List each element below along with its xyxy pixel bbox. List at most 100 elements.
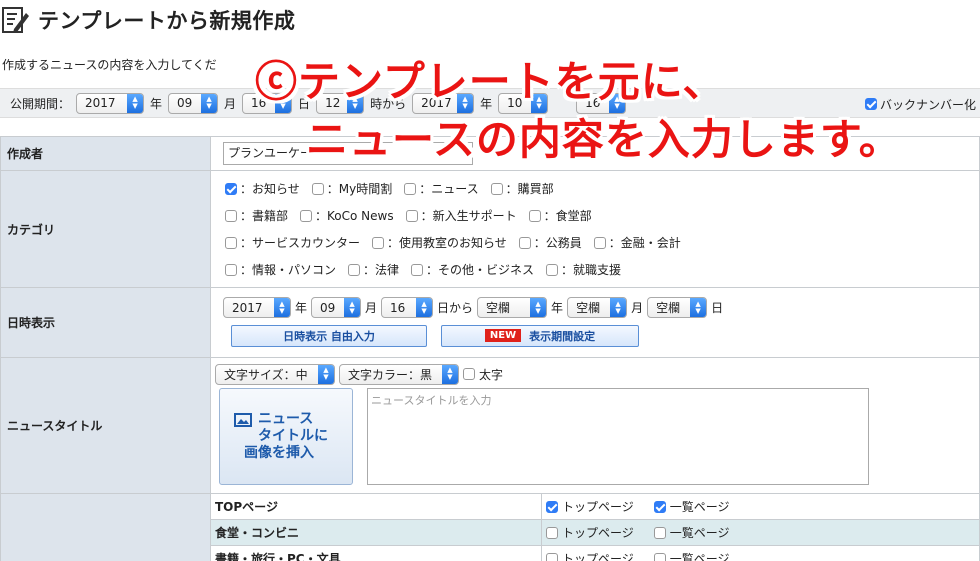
category-option[interactable]: ：食堂部 — [528, 207, 592, 224]
category-option[interactable]: ：購買部 — [490, 180, 554, 197]
category-option[interactable]: ：使用教室のお知らせ — [372, 234, 507, 251]
display-year-unit: 年 — [295, 301, 308, 315]
select-arrow-icon: ▲ ▼ — [127, 93, 144, 113]
category-option[interactable]: ：My時間割 — [311, 180, 392, 197]
blank-year-unit: 年 — [551, 301, 564, 315]
datetime-cell: 2017 ▲ ▼ 年 09 ▲ ▼ 月 16 ▲ ▼ 日から 空欄 ▲ ▼ 年 空欄 ▲ ▼ 月 空… — [210, 287, 980, 358]
font-color-value: 文字カラー：黒 — [348, 367, 433, 382]
bold-label: 太字 — [479, 367, 504, 382]
category-checkbox[interactable] — [411, 263, 424, 276]
category-checkbox[interactable] — [372, 236, 385, 249]
bold-checkbox[interactable] — [463, 368, 475, 380]
category-option[interactable]: ：就職支援 — [546, 261, 621, 278]
select-arrow-icon: ▲ ▼ — [274, 298, 290, 317]
category-option-label: ：就職支援 — [561, 263, 622, 277]
category-option-label: ：書籍部 — [240, 209, 289, 223]
category-option[interactable]: ：公務員 — [518, 234, 582, 251]
display-period-button[interactable]: NEW 表示期間設定 — [441, 324, 639, 347]
select-arrow-icon: ▲ ▼ — [344, 298, 361, 317]
category-option-label: ：食堂部 — [543, 209, 592, 223]
category-option[interactable]: ：新入生サポート — [405, 207, 517, 224]
category-checkbox[interactable] — [225, 209, 237, 222]
start-year-select[interactable]: 2017 ▲ ▼ — [76, 92, 145, 114]
category-option-label: ：情報・パソコン — [240, 263, 337, 277]
news-title-row: ニュースタイトル 文字サイズ：中 ▲ ▼ 文字カラー：黒 ▲ ▼ 太字 ニュース タイト… — [0, 357, 980, 494]
blank-year-select[interactable]: 空欄 ▲ ▼ — [477, 297, 548, 318]
list-page-checkbox[interactable] — [653, 552, 666, 561]
start-month-unit: 月 — [224, 96, 237, 111]
title-input-area: ニュース タイトルに 画像を挿入 ニュースタイトルを入力 — [215, 388, 979, 491]
category-option[interactable]: ：書籍部 — [225, 207, 288, 224]
display-period-label: 表示期間設定 — [529, 329, 596, 343]
publish-period-label: 公開期間： — [10, 96, 71, 111]
list-page-checkbox[interactable] — [653, 526, 666, 539]
category-checkbox[interactable] — [225, 236, 237, 249]
page-name: 食堂・コンビニ — [215, 526, 300, 540]
category-option[interactable]: ：お知らせ — [225, 180, 300, 197]
font-color-select[interactable]: 文字カラー：黒 ▲ ▼ — [339, 363, 459, 385]
category-option[interactable]: ：KoCo News — [300, 207, 394, 224]
category-option-label: ：新入生サポート — [420, 209, 517, 223]
category-option[interactable]: ：ニュース — [404, 180, 479, 197]
top-page-label: トップページ — [562, 500, 634, 514]
category-label: カテゴリ — [0, 170, 211, 288]
category-checkbox[interactable] — [225, 182, 237, 195]
news-form-table: 作成者 プランユーケー カテゴリ ：お知らせ ：My時間割 ：ニュース ：購買部 ：書籍… — [0, 136, 980, 561]
blank-day-select[interactable]: 空欄 ▲ ▼ — [647, 297, 708, 318]
datetime-row: 日時表示 2017 ▲ ▼ 年 09 ▲ ▼ 月 16 ▲ ▼ 日から 空欄 ▲ ▼ 年 空欄 ▲… — [0, 287, 980, 358]
start-year-unit: 年 — [150, 96, 163, 111]
category-option-label: ：公務員 — [533, 236, 582, 250]
top-page-checkbox[interactable] — [546, 500, 558, 513]
category-checkbox[interactable] — [300, 209, 313, 222]
top-page-label: トップページ — [562, 552, 634, 561]
category-checkbox[interactable] — [225, 263, 237, 276]
image-button-first-line: ニュース — [234, 411, 352, 428]
category-checkbox[interactable] — [311, 182, 324, 195]
category-option[interactable]: ：情報・パソコン — [225, 261, 336, 278]
category-option-label: ：使用教室のお知らせ — [387, 236, 507, 250]
category-option-label: ：サービスカウンター — [240, 236, 361, 250]
blank-day-unit: 日 — [711, 301, 724, 315]
list-page-checkbox[interactable] — [653, 500, 666, 513]
category-option[interactable]: ：金融・会計 — [593, 234, 681, 251]
free-input-button[interactable]: 日時表示 自由入力 — [231, 324, 427, 347]
list-page-label: 一覧ページ — [669, 500, 730, 514]
select-arrow-icon: ▲ ▼ — [201, 93, 218, 113]
top-page-checkbox[interactable] — [546, 526, 558, 539]
page-instructions: 作成するニュースの内容を入力してくだ — [2, 58, 217, 72]
blank-month-select[interactable]: 空欄 ▲ ▼ — [567, 297, 628, 318]
category-checkbox[interactable] — [404, 182, 417, 195]
category-checkbox-row: ：情報・パソコン ：法律 ：その他・ビジネス ：就職支援 — [215, 256, 979, 283]
display-day-select[interactable]: 16 ▲ ▼ — [381, 297, 434, 318]
category-checkbox-row: ：書籍部 ：KoCo News ：新入生サポート ：食堂部 — [215, 202, 979, 229]
category-checkbox[interactable] — [490, 182, 503, 195]
new-badge: NEW — [484, 329, 522, 342]
start-month-select[interactable]: 09 ▲ ▼ — [168, 92, 219, 114]
blank-year-value: 空欄 — [486, 301, 511, 315]
category-checkbox[interactable] — [593, 236, 606, 249]
category-option[interactable]: ：その他・ビジネス — [411, 261, 534, 278]
display-month-select[interactable]: 09 ▲ ▼ — [311, 297, 362, 318]
display-year-select[interactable]: 2017 ▲ ▼ — [223, 297, 291, 318]
category-checkbox[interactable] — [348, 263, 361, 276]
category-checkbox[interactable] — [518, 236, 531, 249]
category-checkbox[interactable] — [528, 209, 541, 222]
datetime-buttons: 日時表示 自由入力 NEW 表示期間設定 — [215, 321, 979, 351]
category-option-label: ：ニュース — [419, 182, 479, 196]
page-options: トップページ 一覧ページ — [541, 494, 730, 519]
top-page-checkbox[interactable] — [546, 552, 558, 561]
news-title-cell: 文字サイズ：中 ▲ ▼ 文字カラー：黒 ▲ ▼ 太字 ニュース タイトルに 画像を挿入 … — [210, 357, 980, 494]
category-checkbox-row: ：お知らせ ：My時間割 ：ニュース ：購買部 — [215, 175, 979, 202]
font-size-select[interactable]: 文字サイズ：中 ▲ ▼ — [215, 363, 335, 385]
category-row: カテゴリ ：お知らせ ：My時間割 ：ニュース ：購買部 ：書籍部 ：KoCo News：… — [0, 170, 980, 288]
news-title-textarea[interactable]: ニュースタイトルを入力 — [367, 388, 869, 485]
category-option[interactable]: ：サービスカウンター — [225, 234, 360, 251]
datetime-label: 日時表示 — [0, 287, 211, 358]
page-options: トップページ 一覧ページ — [541, 546, 730, 561]
display-day-value: 16 — [390, 300, 406, 315]
insert-title-image-button[interactable]: ニュース タイトルに 画像を挿入 — [219, 388, 353, 485]
category-checkbox[interactable] — [405, 209, 418, 222]
image-button-line3: 画像を挿入 — [244, 445, 314, 461]
category-checkbox[interactable] — [546, 263, 559, 276]
category-option[interactable]: ：法律 — [348, 261, 399, 278]
